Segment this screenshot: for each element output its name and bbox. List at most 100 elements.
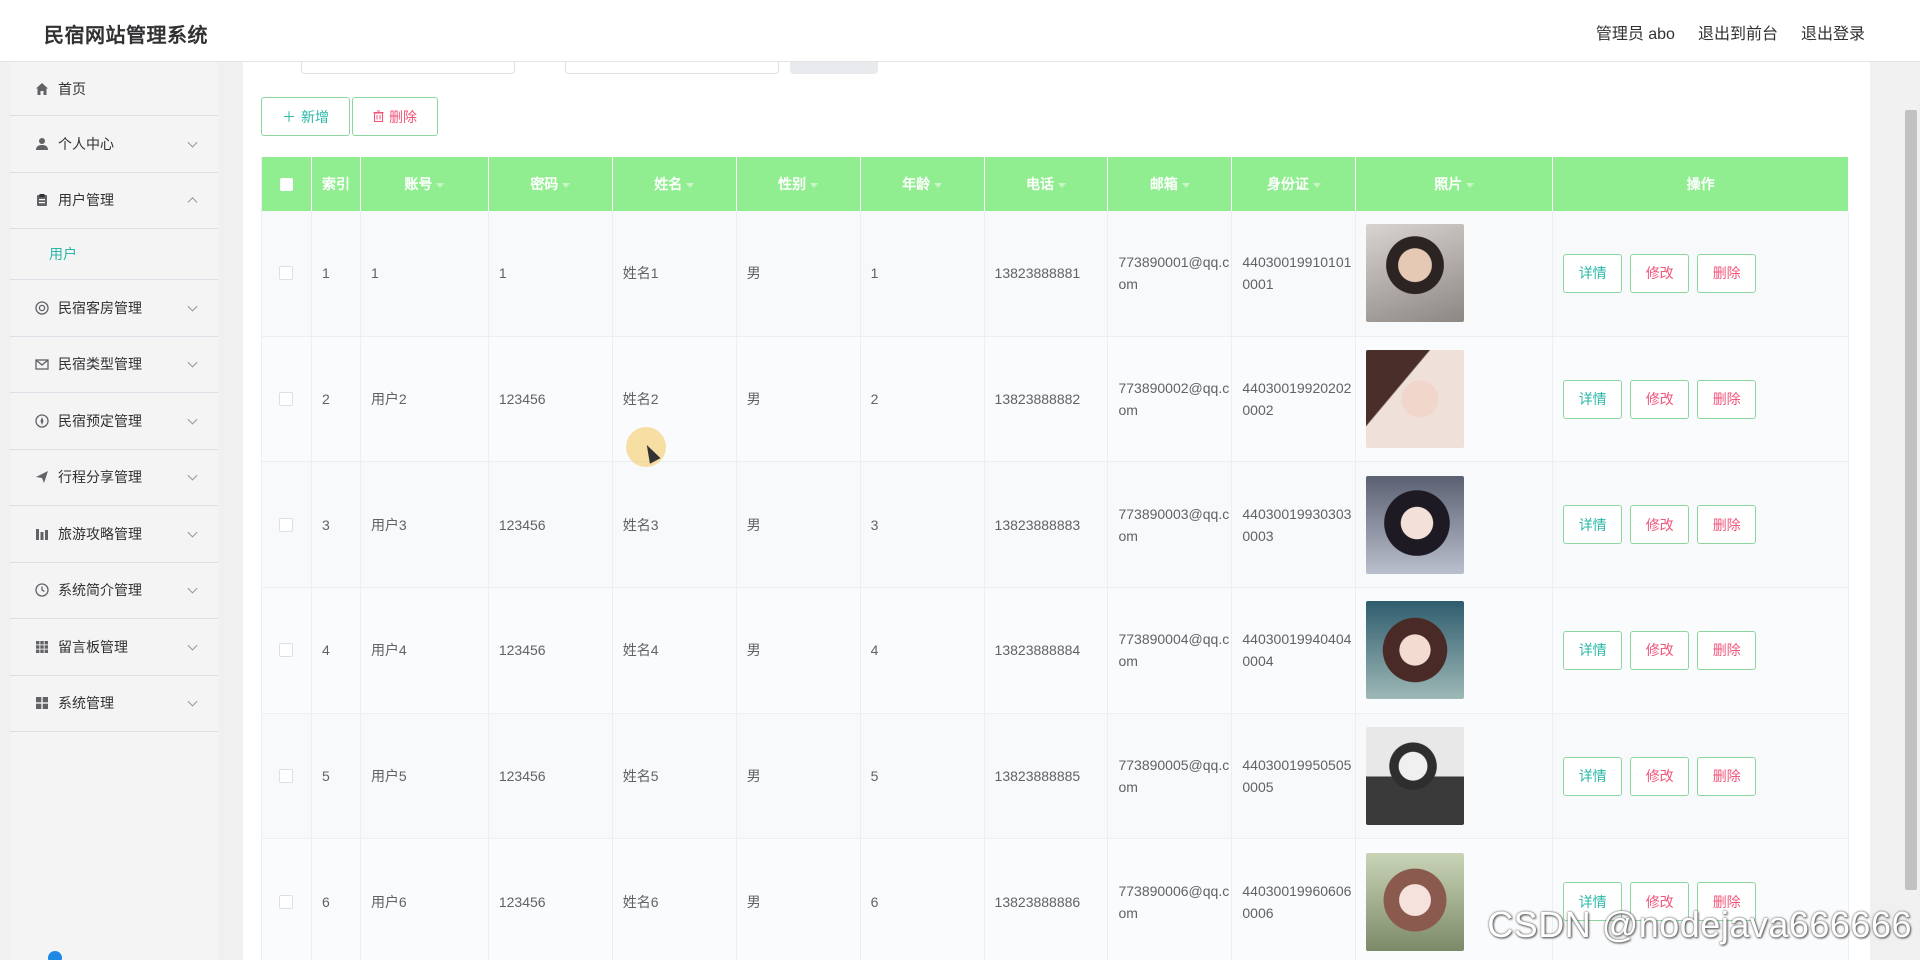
sidebar-item-system[interactable]: 系统管理 bbox=[10, 676, 218, 732]
cell-password: 123456 bbox=[489, 588, 613, 713]
row-checkbox[interactable] bbox=[279, 266, 294, 281]
app-title: 民宿网站管理系统 bbox=[44, 25, 208, 47]
delete-button[interactable]: 删除 bbox=[1697, 756, 1757, 796]
edit-button[interactable]: 修改 bbox=[1630, 756, 1690, 796]
sort-icon bbox=[1312, 182, 1321, 188]
compass-icon bbox=[34, 413, 50, 429]
detail-button[interactable]: 详情 bbox=[1563, 505, 1623, 545]
th-email[interactable]: 邮箱 bbox=[1108, 157, 1233, 211]
sidebar: 首页 个人中心 用户管理 用户 民宿客房管理 民宿类型管理 民宿预定管理 行程分… bbox=[10, 62, 218, 960]
user-table: 索引 账号 密码 姓名 性别 年龄 电话 邮箱 身份证 照片 操作 1 1 1 … bbox=[261, 157, 1849, 960]
edit-button[interactable]: 修改 bbox=[1630, 505, 1690, 545]
delete-button[interactable]: 删除 bbox=[1697, 630, 1757, 670]
vertical-scrollbar[interactable] bbox=[1904, 62, 1918, 960]
table-row: 4 用户4 123456 姓名4 男 4 13823888884 7738900… bbox=[262, 588, 1849, 714]
cell-idcard: 440300199202020002 bbox=[1232, 336, 1357, 462]
cell-gender: 男 bbox=[737, 211, 861, 336]
th-age[interactable]: 年龄 bbox=[861, 157, 985, 211]
front-link[interactable]: 退出到前台 bbox=[1698, 20, 1778, 44]
sidebar-item-label: 首页 bbox=[58, 80, 86, 97]
action-row: ＋ 新增 删除 bbox=[261, 97, 438, 136]
sidebar-item-trips[interactable]: 行程分享管理 bbox=[10, 450, 218, 506]
apps-icon bbox=[34, 695, 50, 711]
search-input-account[interactable] bbox=[301, 62, 515, 74]
select-all-checkbox[interactable] bbox=[279, 177, 293, 191]
sidebar-item-label: 民宿客房管理 bbox=[58, 299, 142, 316]
th-account[interactable]: 账号 bbox=[361, 157, 489, 211]
user-photo[interactable] bbox=[1366, 727, 1465, 826]
cell-account: 用户6 bbox=[361, 839, 489, 960]
detail-button[interactable]: 详情 bbox=[1563, 630, 1623, 670]
cell-phone: 13823888884 bbox=[985, 588, 1109, 713]
cell-age: 4 bbox=[861, 588, 985, 713]
chevron-down-icon bbox=[187, 357, 198, 368]
cell-idcard: 440300199404040004 bbox=[1232, 588, 1357, 713]
detail-button[interactable]: 详情 bbox=[1563, 253, 1623, 293]
logout-link[interactable]: 退出登录 bbox=[1801, 20, 1865, 44]
cell-age: 2 bbox=[861, 336, 985, 462]
table-row: 2 用户2 123456 姓名2 男 2 13823888882 7738900… bbox=[262, 336, 1849, 463]
delete-button[interactable]: 删除 bbox=[1697, 253, 1757, 293]
user-photo[interactable] bbox=[1366, 350, 1465, 449]
row-checkbox[interactable] bbox=[279, 392, 294, 407]
th-password[interactable]: 密码 bbox=[489, 157, 613, 211]
cell-gender: 男 bbox=[737, 462, 861, 588]
sidebar-item-user-mgmt[interactable]: 用户管理 bbox=[10, 173, 218, 229]
search-button[interactable] bbox=[790, 62, 878, 74]
user-photo[interactable] bbox=[1366, 475, 1465, 574]
add-button-label: 新增 bbox=[301, 108, 329, 125]
sidebar-item-rooms[interactable]: 民宿客房管理 bbox=[10, 280, 218, 337]
user-photo[interactable] bbox=[1366, 224, 1465, 323]
detail-button[interactable]: 详情 bbox=[1563, 379, 1623, 419]
chevron-up-icon bbox=[187, 197, 198, 208]
detail-button[interactable]: 详情 bbox=[1563, 756, 1623, 796]
grid-icon bbox=[34, 639, 50, 655]
th-idcard[interactable]: 身份证 bbox=[1232, 157, 1357, 211]
cell-password: 123456 bbox=[489, 336, 613, 462]
sidebar-item-intro[interactable]: 系统简介管理 bbox=[10, 563, 218, 619]
delete-button[interactable]: 删除 bbox=[1697, 379, 1757, 419]
cell-index: 4 bbox=[312, 588, 361, 713]
cell-email: 773890005@qq.com bbox=[1108, 713, 1233, 839]
row-checkbox[interactable] bbox=[279, 643, 294, 658]
clock-icon bbox=[34, 582, 50, 598]
table-header: 索引 账号 密码 姓名 性别 年龄 电话 邮箱 身份证 照片 操作 bbox=[262, 157, 1849, 211]
watermark: CSDN @nodejava666666 bbox=[1487, 904, 1912, 945]
cell-age: 1 bbox=[861, 211, 985, 336]
delete-button-label: 删除 bbox=[389, 108, 417, 125]
user-photo[interactable] bbox=[1366, 601, 1465, 700]
add-button[interactable]: ＋ 新增 bbox=[261, 97, 350, 136]
sidebar-item-home[interactable]: 首页 bbox=[10, 62, 218, 116]
sidebar-item-personal[interactable]: 个人中心 bbox=[10, 116, 218, 173]
edit-button[interactable]: 修改 bbox=[1630, 379, 1690, 419]
cell-email: 773890001@qq.com bbox=[1108, 211, 1233, 336]
row-checkbox[interactable] bbox=[279, 769, 294, 784]
batch-delete-button[interactable]: 删除 bbox=[352, 97, 438, 136]
chevron-down-icon bbox=[187, 527, 198, 538]
th-phone[interactable]: 电话 bbox=[985, 157, 1109, 211]
sidebar-item-types[interactable]: 民宿类型管理 bbox=[10, 337, 218, 393]
th-name[interactable]: 姓名 bbox=[613, 157, 737, 211]
cell-index: 6 bbox=[312, 839, 361, 960]
th-photo[interactable]: 照片 bbox=[1356, 157, 1554, 211]
th-gender[interactable]: 性别 bbox=[737, 157, 861, 211]
user-photo[interactable] bbox=[1366, 852, 1465, 951]
cell-age: 5 bbox=[861, 713, 985, 839]
sidebar-subitem-user[interactable]: 用户 bbox=[10, 229, 218, 280]
row-checkbox[interactable] bbox=[279, 894, 294, 909]
cell-phone: 13823888886 bbox=[985, 839, 1109, 960]
sidebar-item-messages[interactable]: 留言板管理 bbox=[10, 619, 218, 676]
edit-button[interactable]: 修改 bbox=[1630, 253, 1690, 293]
search-input-name[interactable] bbox=[565, 62, 779, 74]
cell-gender: 男 bbox=[737, 839, 861, 960]
scrollbar-thumb[interactable] bbox=[1905, 110, 1917, 890]
delete-button[interactable]: 删除 bbox=[1697, 505, 1757, 545]
edit-button[interactable]: 修改 bbox=[1630, 630, 1690, 670]
row-checkbox[interactable] bbox=[279, 517, 294, 532]
th-ops: 操作 bbox=[1553, 157, 1849, 211]
cell-name: 姓名6 bbox=[613, 839, 737, 960]
sidebar-item-booking[interactable]: 民宿预定管理 bbox=[10, 393, 218, 450]
sort-icon bbox=[562, 182, 571, 188]
cell-gender: 男 bbox=[737, 588, 861, 713]
sidebar-item-guides[interactable]: 旅游攻略管理 bbox=[10, 506, 218, 563]
